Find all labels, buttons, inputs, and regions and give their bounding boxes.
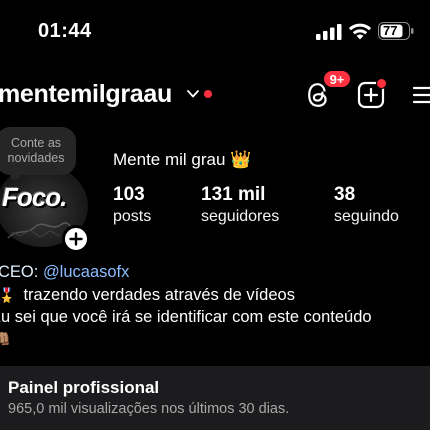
professional-dashboard-panel[interactable] [0, 366, 430, 430]
battery-icon: 77 [378, 22, 414, 40]
bio-tagline: trazendo verdades através de vídeos [23, 286, 295, 304]
profile-note-bubble[interactable]: Conte as novidades [0, 127, 76, 175]
chevron-down-icon[interactable] [186, 88, 200, 100]
plus-icon [69, 232, 83, 246]
status-time: 01:44 [38, 20, 92, 42]
account-alert-dot [204, 90, 212, 98]
posts-label[interactable]: posts [113, 208, 151, 226]
following-count[interactable]: 38 [334, 184, 355, 206]
fist-emoji: 👊🏽 [0, 331, 11, 348]
wifi-icon [348, 23, 372, 40]
add-story-button[interactable] [62, 225, 90, 253]
bio-mention-link[interactable]: @lucaasofx [43, 263, 129, 281]
menu-icon[interactable] [412, 84, 430, 106]
following-label[interactable]: seguindo [334, 208, 399, 226]
panel-subtitle: 965,0 mil visualizações nos últimos 30 d… [8, 401, 290, 417]
medal-emoji: 🎖️ [0, 287, 16, 303]
create-alert-dot [376, 78, 387, 89]
panel-title: Painel profissional [8, 378, 160, 397]
bio-line-3: Eu sei que você irá se identificar com e… [0, 308, 372, 326]
followers-count[interactable]: 131 mil [201, 184, 265, 206]
bio-line-2: 🎖️ trazendo verdades através de vídeos [0, 286, 295, 305]
cellular-signal-icon [316, 24, 342, 40]
avatar-logo-text: Foco. [2, 182, 67, 212]
bio-line-4: 👊🏽 [0, 330, 11, 349]
bio-ceo-line: CEO: @lucaasofx [0, 263, 129, 282]
notification-badge: 9+ [322, 69, 352, 89]
battery-level: 77 [383, 23, 398, 38]
display-name: Mente mil grau 👑 [113, 150, 252, 169]
profile-username[interactable]: mentemilgraau [0, 80, 172, 109]
posts-count[interactable]: 103 [113, 184, 145, 206]
followers-label[interactable]: seguidores [201, 208, 279, 226]
note-bubble-tail [10, 170, 20, 180]
bio-ceo-prefix: CEO: [0, 263, 43, 281]
